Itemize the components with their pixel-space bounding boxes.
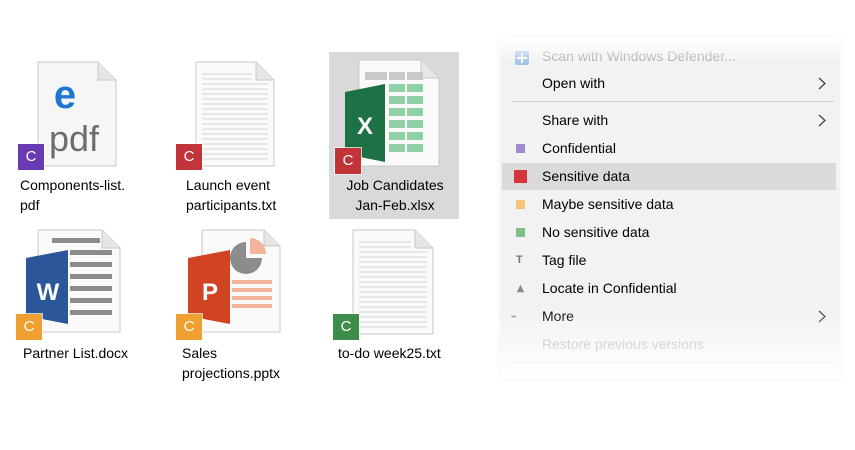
text-file-icon: C [329, 222, 459, 344]
excel-file-icon: X C [329, 52, 459, 174]
classification-badge: C [335, 148, 361, 174]
menu-item-send-to[interactable]: Send to [502, 367, 836, 378]
context-menu: Scan with Windows Defender... Open with … [500, 38, 840, 378]
menu-item-scan-defender[interactable]: Scan with Windows Defender... [502, 43, 836, 70]
file-item-partner-list[interactable]: W C Partner List.docx [12, 222, 142, 372]
file-name: Partner List.docx [23, 345, 129, 361]
chevron-right-icon [818, 114, 826, 127]
square-icon [516, 228, 525, 237]
menu-item-label: No sensitive data [542, 224, 650, 240]
classification-badge: C [333, 314, 359, 340]
file-item-job-candidates[interactable]: X C Job Candidates Jan-Feb.xlsx [329, 52, 459, 219]
file-item-launch-event[interactable]: C Launch event participants.txt [172, 52, 302, 222]
text-t-icon: T [516, 254, 523, 266]
menu-item-label: Open with [542, 75, 606, 91]
file-name: Components-list. pdf [20, 177, 126, 213]
file-name: Launch event participants.txt [186, 177, 277, 213]
menu-item-tag-file[interactable]: T Tag file [502, 247, 836, 274]
file-item-to-do-week25[interactable]: C to-do week25.txt [329, 222, 459, 372]
chevron-right-icon [818, 77, 826, 90]
menu-item-sensitive-data[interactable]: Sensitive data [502, 163, 836, 190]
menu-item-label: Sensitive data [542, 168, 630, 184]
menu-item-label: Locate in Confidential [542, 280, 677, 296]
menu-item-label: Maybe sensitive data [542, 196, 674, 212]
menu-item-label: Restore previous versions [542, 336, 704, 352]
square-icon [516, 200, 525, 209]
menu-item-restore-previous-versions[interactable]: Restore previous versions [502, 331, 836, 358]
powerpoint-p-icon: P [202, 279, 218, 306]
menu-separator [512, 101, 834, 102]
menu-item-label: More [542, 308, 574, 324]
menu-item-no-sensitive-data[interactable]: No sensitive data [502, 219, 836, 246]
menu-item-open-with[interactable]: Open with [502, 70, 836, 97]
menu-item-locate-in-confidential[interactable]: Locate in Confidential [502, 275, 836, 302]
classification-badge: C [16, 314, 42, 340]
menu-item-label: Share with [542, 112, 609, 128]
chevron-right-icon [818, 310, 826, 323]
file-name: Job Candidates Jan-Feb.xlsx [346, 177, 444, 213]
menu-item-more[interactable]: ••• More [502, 303, 836, 330]
ellipsis-icon: ••• [511, 314, 516, 321]
triangle-icon [516, 284, 525, 293]
classification-badge: C [18, 144, 44, 170]
classification-badge: C [176, 314, 202, 340]
menu-item-label: Tag file [542, 252, 587, 268]
file-item-components-list[interactable]: e pdf C Components-list. pdf [12, 52, 142, 222]
powerpoint-file-icon: P C [170, 222, 300, 344]
pdf-text: pdf [49, 118, 100, 159]
menu-item-confidential[interactable]: Confidential [502, 135, 836, 162]
file-name: Sales projections.pptx [182, 345, 281, 381]
square-icon [514, 170, 527, 183]
menu-item-label: Scan with Windows Defender... [542, 48, 736, 64]
menu-separator [512, 362, 834, 363]
menu-item-label: Confidential [542, 140, 616, 156]
menu-item-maybe-sensitive-data[interactable]: Maybe sensitive data [502, 191, 836, 218]
classification-badge: C [176, 144, 202, 170]
word-w-icon: W [37, 279, 60, 306]
edge-logo-icon: e [54, 73, 76, 117]
file-name: to-do week25.txt [338, 345, 441, 361]
pdf-file-icon: e pdf C [12, 52, 142, 174]
word-file-icon: W C [12, 222, 142, 344]
text-file-icon: C [172, 52, 302, 174]
menu-item-share-with[interactable]: Share with [502, 107, 836, 134]
excel-x-icon: X [357, 113, 373, 140]
menu-item-label: Send to [542, 370, 591, 378]
file-item-sales-projections[interactable]: P C Sales projections.pptx [170, 222, 300, 392]
square-icon [516, 144, 525, 153]
shield-icon [514, 48, 530, 65]
